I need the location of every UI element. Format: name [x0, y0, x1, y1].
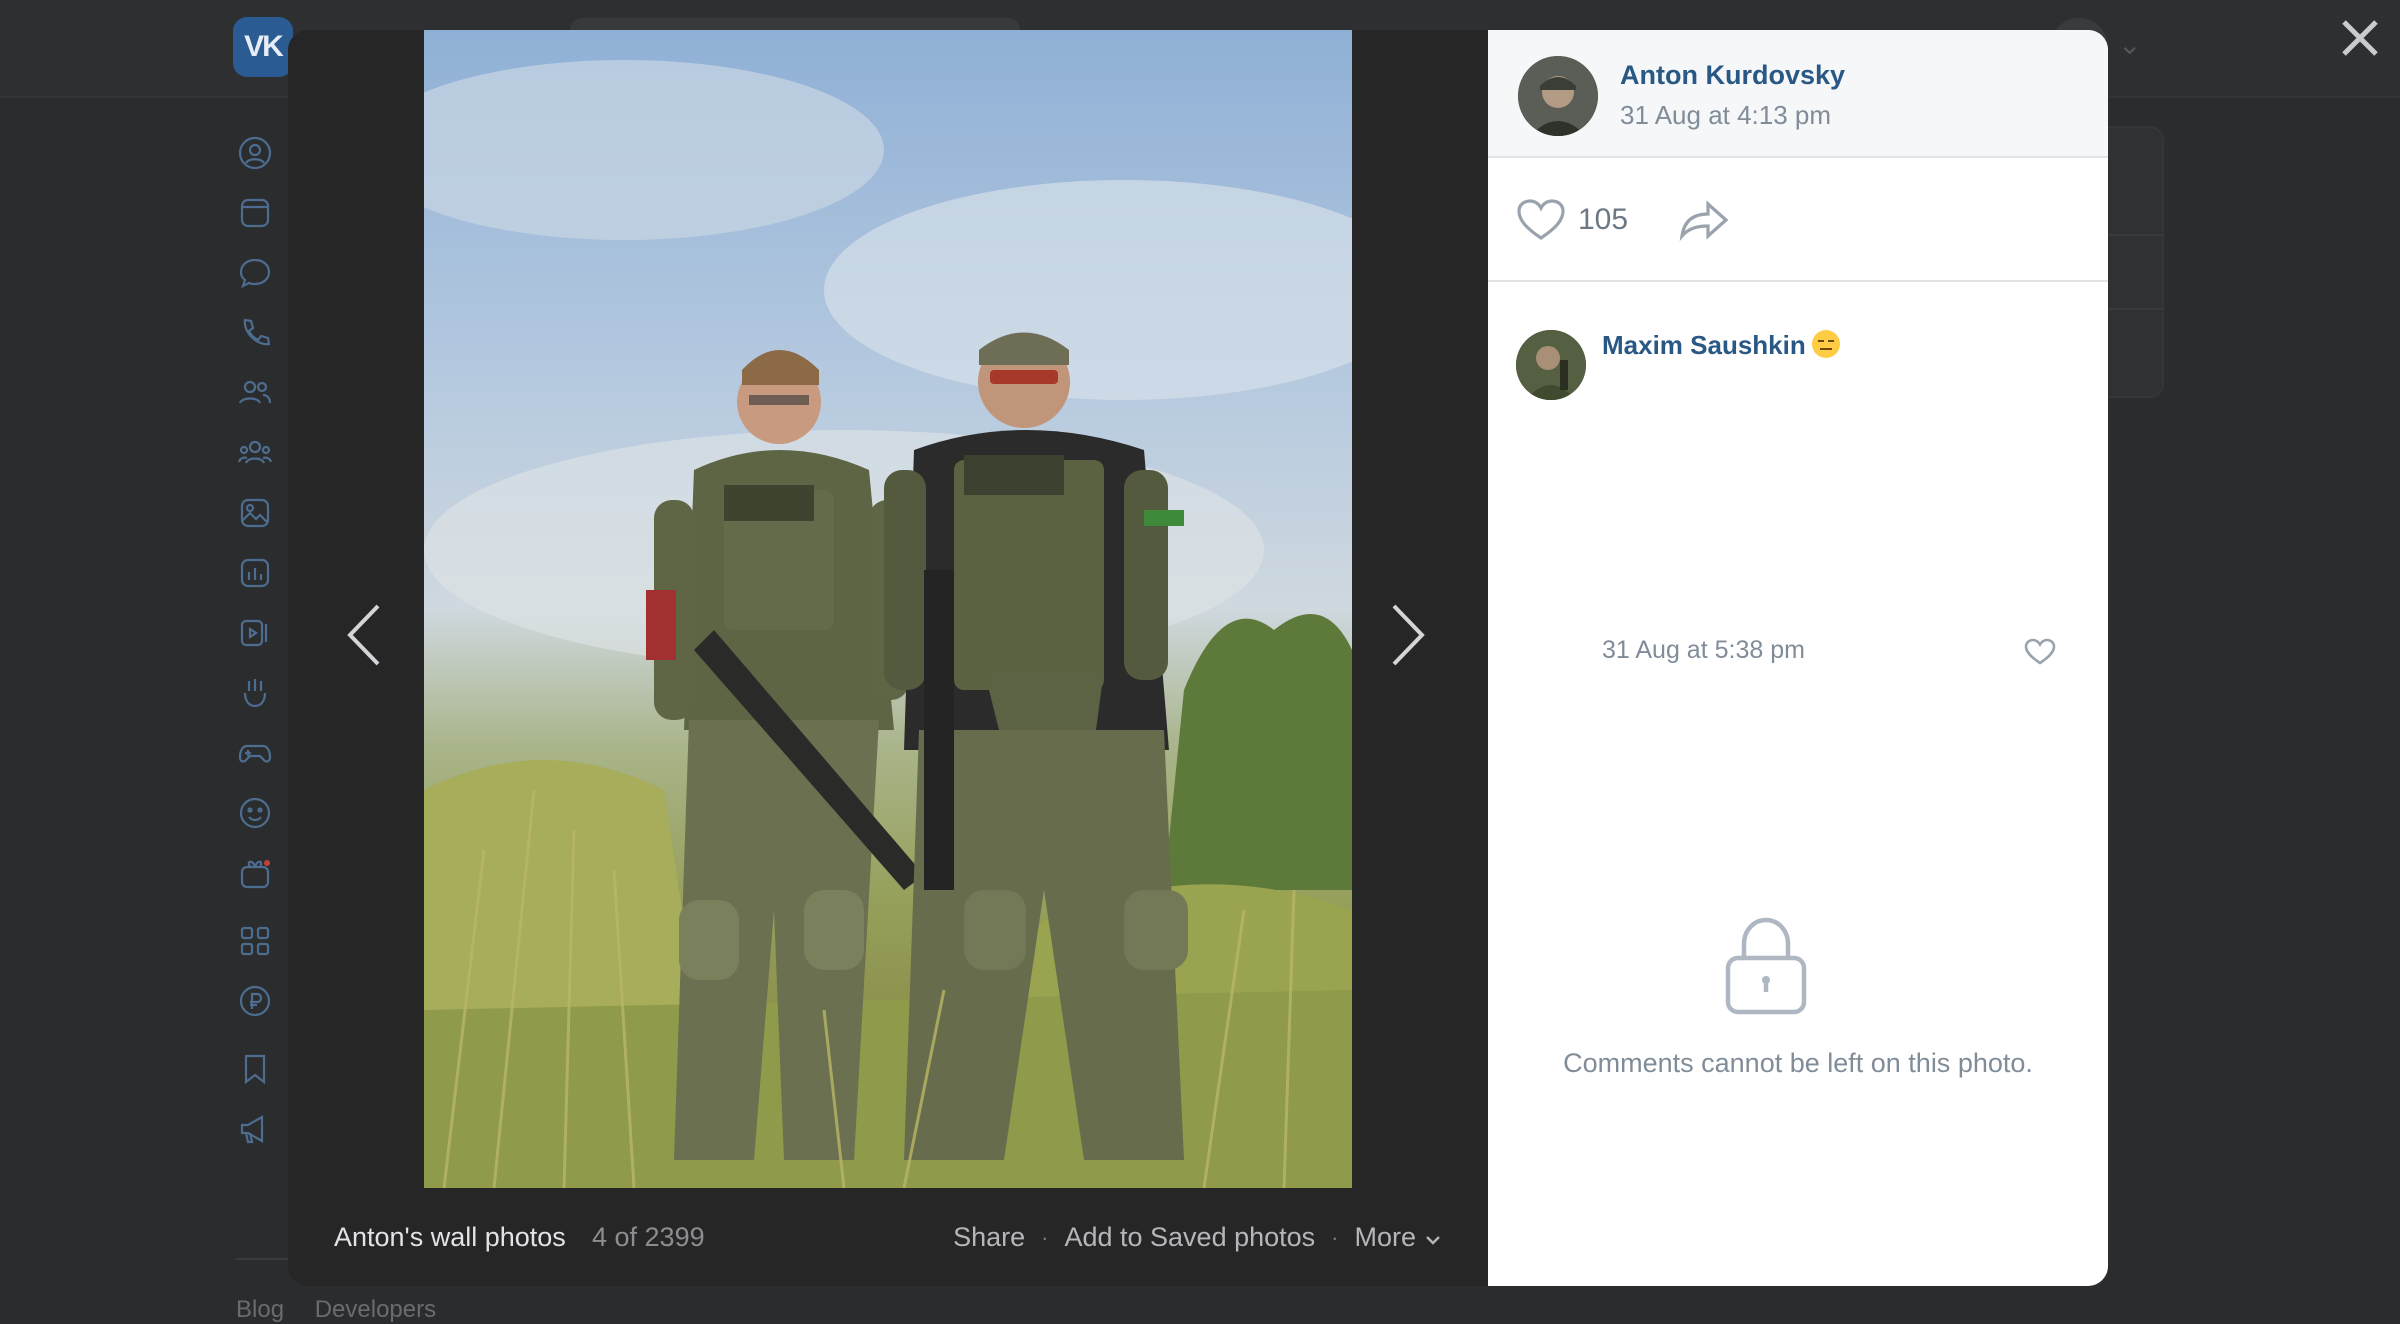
emoji-icon — [1811, 330, 1840, 358]
add-to-saved-button[interactable]: Add to Saved photos — [1064, 1222, 1315, 1253]
comment-author-name: Maxim Saushkin — [1602, 330, 1806, 360]
profile-icon[interactable] — [236, 134, 274, 172]
chevron-down-icon — [1424, 1222, 1442, 1253]
games-icon[interactable] — [236, 734, 274, 772]
comment-author-link[interactable]: Maxim Saushkin — [1602, 330, 1840, 361]
author-header: Anton Kurdovsky 31 Aug at 4:13 pm — [1488, 30, 2108, 158]
payments-icon[interactable] — [236, 982, 274, 1020]
stickers-icon[interactable] — [236, 794, 274, 832]
author-name-link[interactable]: Anton Kurdovsky — [1620, 60, 1845, 91]
footer-links: Blog Developers — [236, 1296, 460, 1324]
messages-icon[interactable] — [236, 254, 274, 292]
album-title-link[interactable]: Anton's wall photos — [334, 1222, 566, 1253]
gifts-icon[interactable] — [236, 854, 274, 892]
next-photo-button[interactable] — [1378, 570, 1438, 700]
clips-icon[interactable] — [236, 674, 274, 712]
photo-viewer: Anton's wall photos 4 of 2399 Share · Ad… — [288, 30, 2108, 1286]
photo-actions: Share · Add to Saved photos · More — [953, 1222, 1442, 1253]
heart-icon — [1517, 199, 1565, 240]
like-count: 105 — [1578, 203, 1629, 236]
share-icon — [1679, 200, 1729, 242]
vk-logo[interactable]: VK — [233, 17, 293, 77]
apps-icon[interactable] — [236, 922, 274, 960]
videos-icon[interactable] — [236, 614, 274, 652]
photo-pane: Anton's wall photos 4 of 2399 Share · Ad… — [288, 30, 1488, 1286]
heart-icon — [2024, 638, 2056, 665]
communities-icon[interactable] — [236, 434, 274, 472]
calls-icon[interactable] — [236, 314, 274, 352]
separator-dot: · — [1041, 1224, 1049, 1250]
more-button[interactable]: More — [1354, 1222, 1442, 1253]
like-button[interactable]: 105 — [1516, 198, 1628, 242]
friends-icon[interactable] — [236, 374, 274, 412]
photos-icon[interactable] — [236, 494, 274, 532]
photo[interactable] — [424, 30, 1352, 1188]
sidebar-nav — [236, 134, 280, 1170]
comment-avatar[interactable] — [1516, 330, 1586, 400]
footer-link-developers[interactable]: Developers — [315, 1296, 436, 1323]
photo-info-panel: Anton Kurdovsky 31 Aug at 4:13 pm 105 Ma… — [1488, 30, 2108, 1286]
ads-icon[interactable] — [236, 1110, 274, 1148]
chevron-left-icon — [347, 604, 380, 666]
close-viewer-button[interactable] — [2336, 14, 2384, 62]
lock-icon — [1722, 914, 1810, 1016]
share-arrow-button[interactable] — [1678, 198, 1730, 247]
comment-date[interactable]: 31 Aug at 5:38 pm — [1602, 636, 1805, 665]
author-avatar[interactable] — [1518, 56, 1598, 136]
photo-counter: 4 of 2399 — [592, 1222, 705, 1252]
chevron-down-icon[interactable]: ⌄ — [2118, 28, 2141, 61]
share-button[interactable]: Share — [953, 1222, 1025, 1253]
close-icon — [2342, 20, 2378, 56]
comment-like-button[interactable] — [2024, 638, 2056, 666]
comments-disabled-message: Comments cannot be left on this photo. — [1563, 1048, 2033, 1078]
photo-illustration — [424, 60, 1352, 1188]
reactions-bar: 105 — [1488, 158, 2108, 282]
more-label: More — [1354, 1222, 1416, 1252]
post-date[interactable]: 31 Aug at 4:13 pm — [1620, 100, 1831, 131]
footer-link-blog[interactable]: Blog — [236, 1296, 284, 1323]
separator-dot: · — [1331, 1224, 1339, 1250]
photo-footer-bar: Anton's wall photos 4 of 2399 Share · Ad… — [288, 1188, 1488, 1286]
news-icon[interactable] — [236, 194, 274, 232]
music-icon[interactable] — [236, 554, 274, 592]
bookmarks-icon[interactable] — [236, 1050, 274, 1088]
chevron-right-icon — [1392, 604, 1425, 666]
previous-photo-button[interactable] — [334, 570, 394, 700]
